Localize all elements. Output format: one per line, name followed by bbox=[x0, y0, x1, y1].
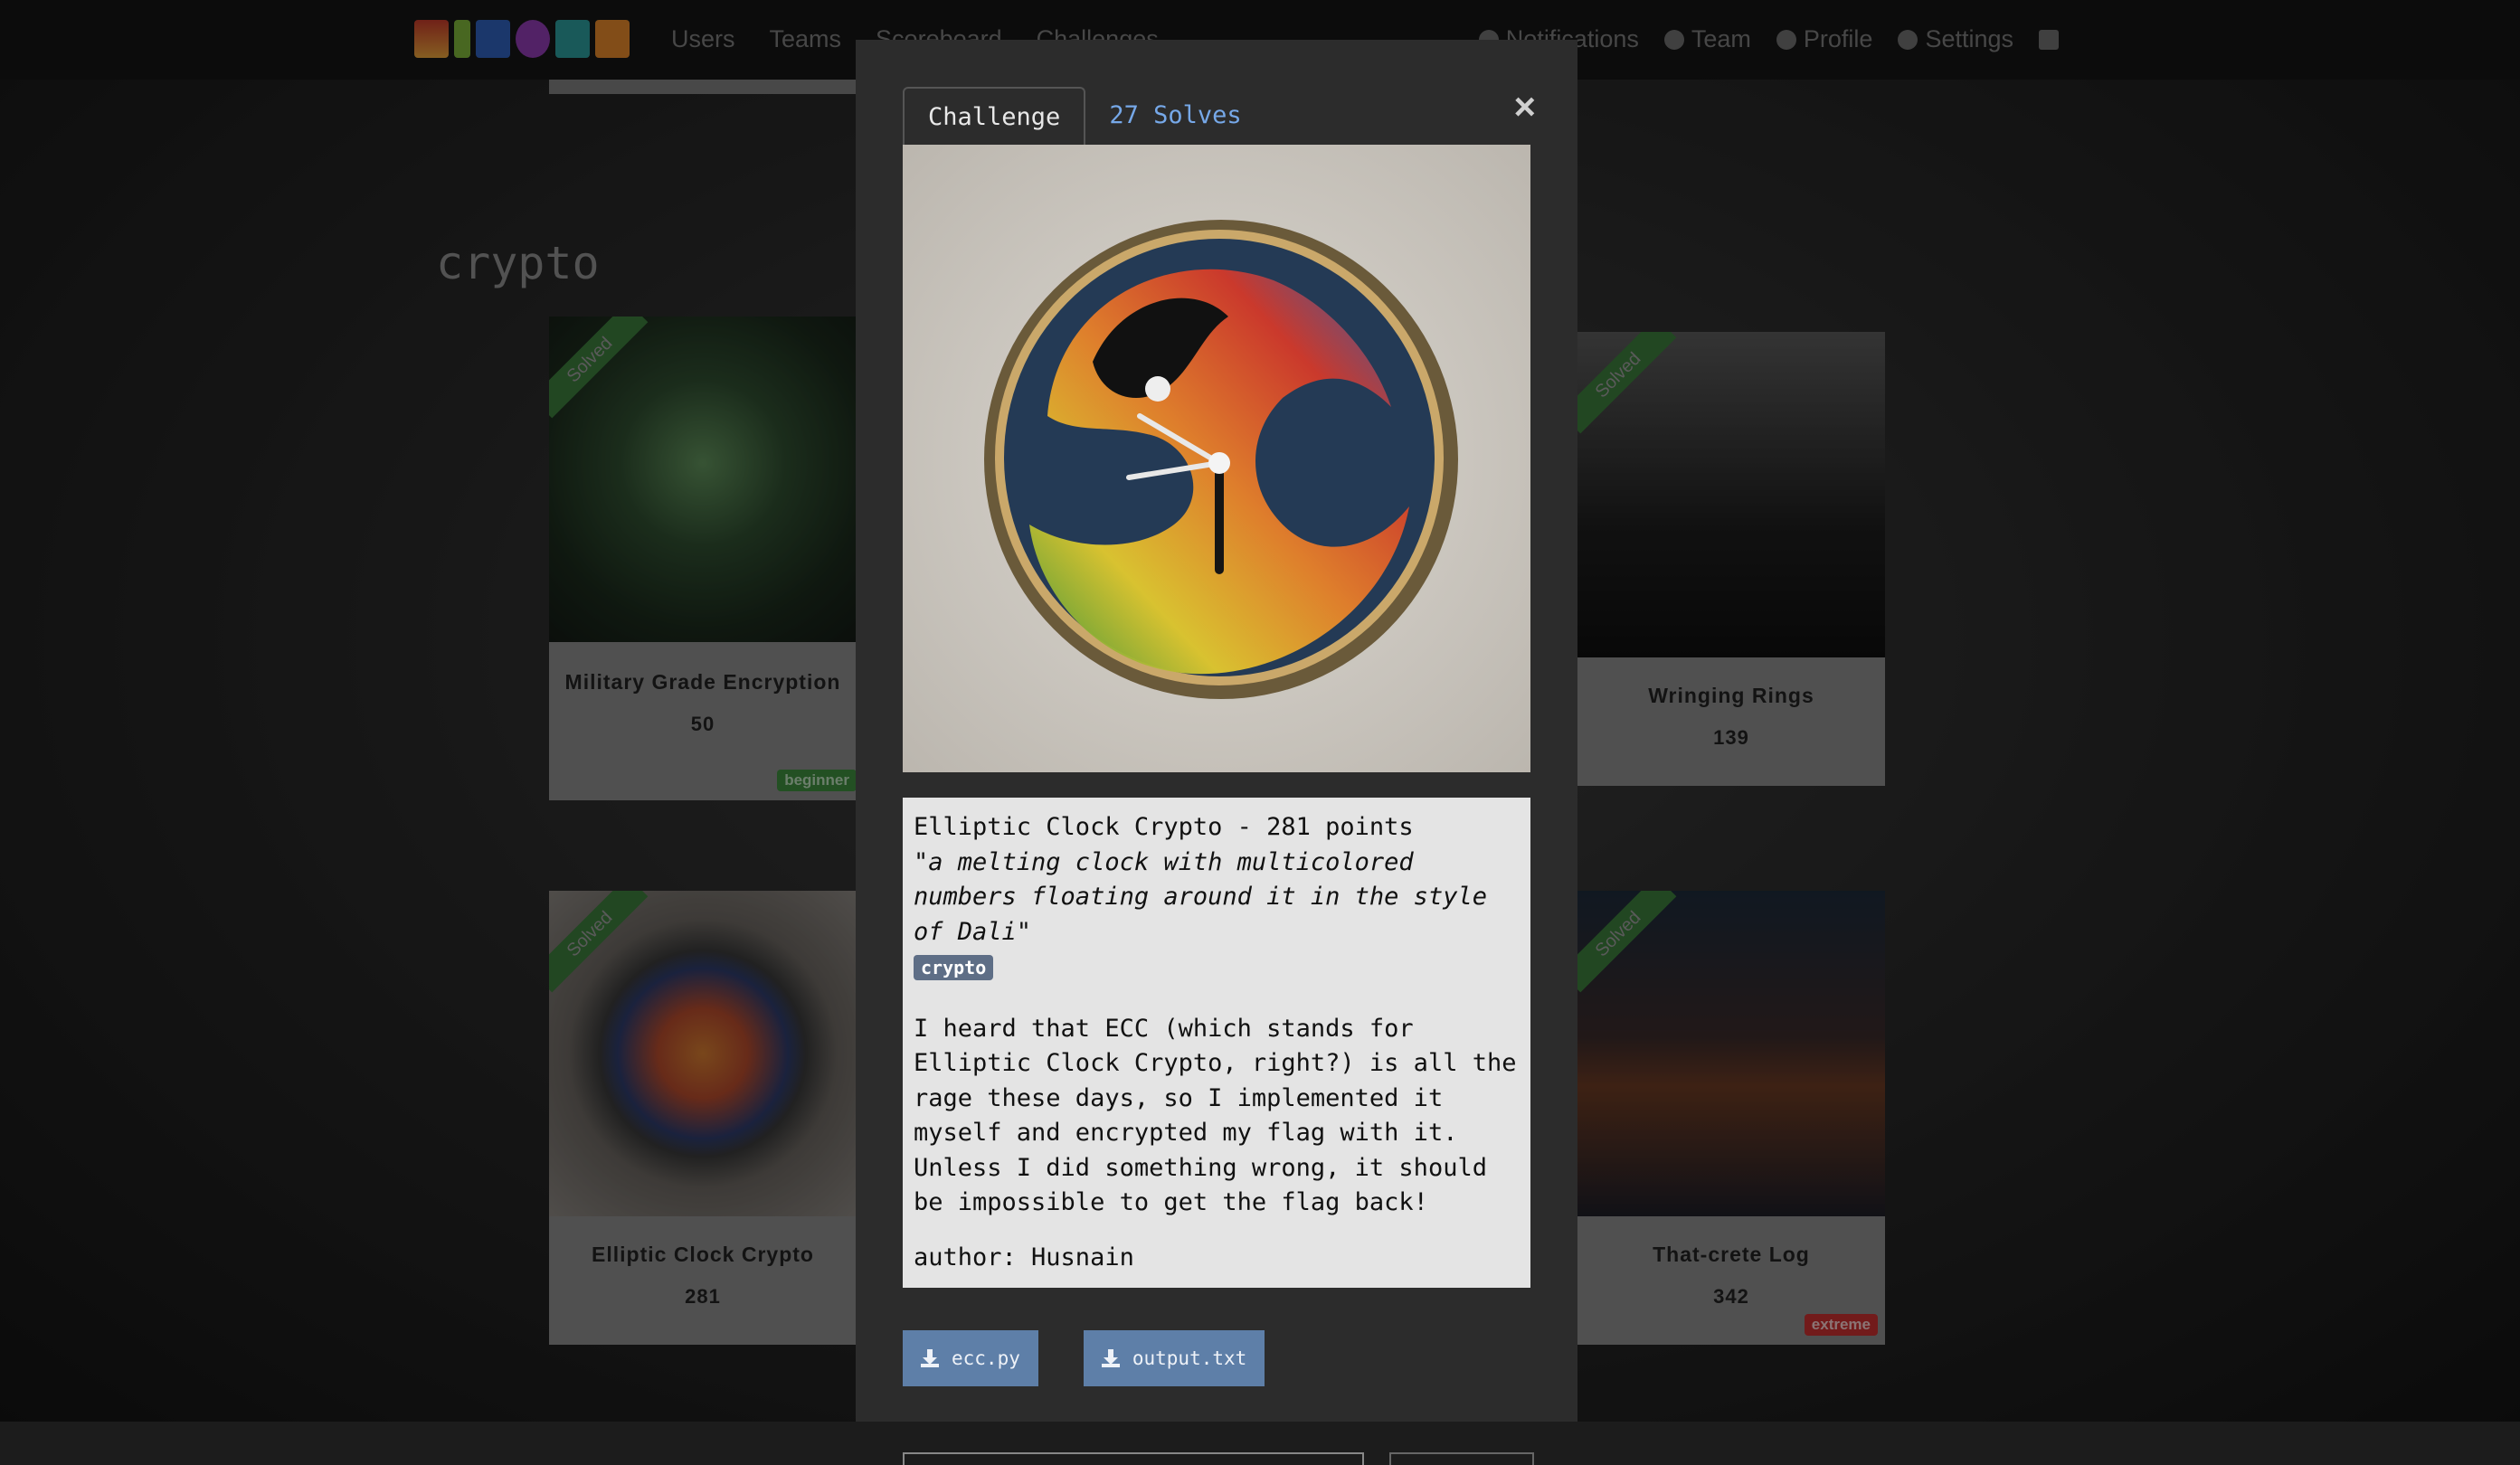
challenge-description: Elliptic Clock Crypto - 281 points "a me… bbox=[903, 798, 1530, 1288]
download-icon bbox=[921, 1349, 939, 1367]
challenge-quote: "a melting clock with multicolored numbe… bbox=[914, 847, 1487, 946]
challenge-files: ecc.py output.txt bbox=[903, 1330, 1265, 1386]
challenge-modal: Challenge 27 Solves × Elliptic Clock Cry… bbox=[856, 40, 1577, 1465]
challenge-heading: Elliptic Clock Crypto - 281 points bbox=[914, 813, 1414, 841]
file-name: ecc.py bbox=[952, 1347, 1020, 1369]
download-ecc-py-button[interactable]: ecc.py bbox=[903, 1330, 1038, 1386]
download-icon bbox=[1101, 1349, 1120, 1367]
flag-input[interactable] bbox=[903, 1452, 1364, 1465]
submit-button[interactable] bbox=[1389, 1452, 1534, 1465]
challenge-author: author: Husnain bbox=[914, 1243, 1134, 1271]
category-badge: crypto bbox=[914, 955, 994, 980]
download-output-txt-button[interactable]: output.txt bbox=[1083, 1330, 1265, 1386]
tab-challenge[interactable]: Challenge bbox=[903, 87, 1086, 146]
challenge-text: I heard that ECC (which stands for Ellip… bbox=[914, 1014, 1517, 1217]
tab-solves[interactable]: 27 Solves bbox=[1085, 87, 1265, 145]
melting-clock-image bbox=[903, 145, 1530, 772]
challenge-image bbox=[903, 145, 1530, 772]
file-name: output.txt bbox=[1132, 1347, 1247, 1369]
modal-tabs: Challenge 27 Solves bbox=[903, 87, 1265, 146]
close-icon[interactable]: × bbox=[1513, 85, 1536, 128]
